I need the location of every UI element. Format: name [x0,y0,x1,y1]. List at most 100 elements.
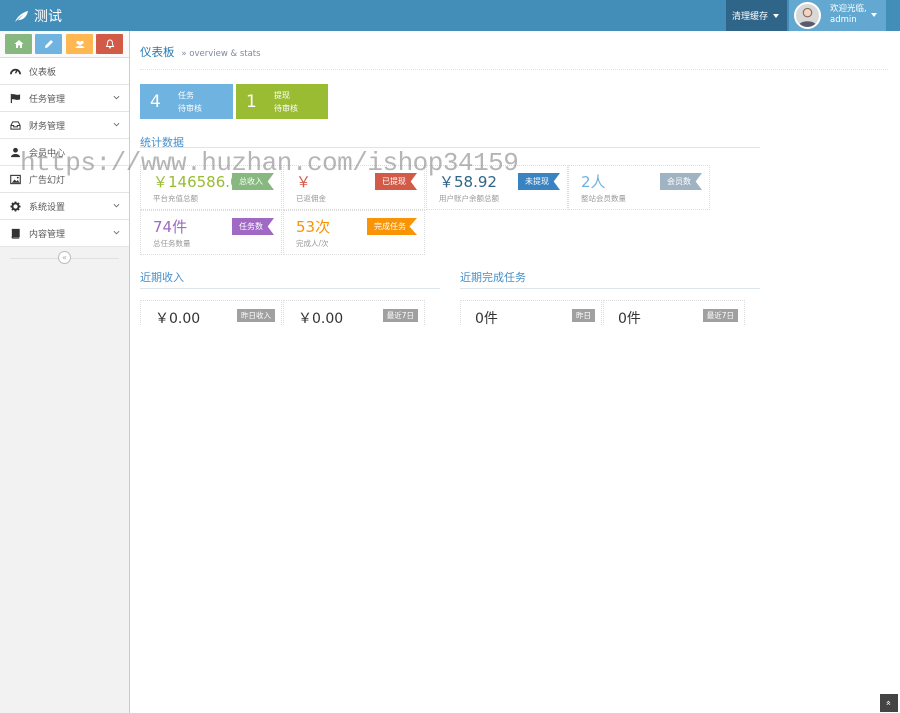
stat-value: ￥ [296,173,312,191]
stat-value: ￥58.92 [439,173,497,191]
stat-card-completed: 53次 完成人/次 完成任务 [283,210,425,255]
infobox-number: 1 [246,91,257,112]
stat-description: 已返佣金 [296,194,326,203]
infobox-label: 任务 待审核 [178,89,202,115]
stat-card-tasks: 74件 总任务数量 任务数 [140,210,282,255]
chevron-down-icon [113,230,120,235]
sidebar-item-label: 仪表板 [29,67,57,78]
infobox-label: 提现 待审核 [274,89,298,115]
stat-description: 用户账户余额总额 [439,194,499,203]
infobox-number: 4 [150,91,161,112]
sidebar-collapse: « [0,247,129,269]
home-shortcut-button[interactable] [5,34,32,54]
double-angle-left-icon: « [62,253,67,262]
infobox-subtitle: 待审核 [274,103,298,113]
inbox-icon [9,120,21,131]
sidebar-item-ads[interactable]: 广告幻灯 [0,166,129,193]
income-tag: 最近7日 [382,309,418,322]
stat-value: ￥146586.0 [153,173,240,191]
flag-icon [9,93,21,104]
leaf-icon [15,10,28,22]
pending-withdrawals-infobox[interactable]: 1 提现 待审核 [236,84,328,119]
income-yesterday: ￥0.00 昨日收入 [140,300,282,327]
users-icon [75,40,84,48]
dashboard-icon [9,66,21,77]
sidebar-item-members[interactable]: 会员中心 [0,139,129,166]
tasks-tag: 昨日 [572,309,595,322]
stat-tag: 会员数 [660,173,702,190]
sidebar-item-content[interactable]: 内容管理 [0,220,129,247]
page-subtitle: » overview & stats [181,49,261,59]
sidebar-item-label: 内容管理 [29,229,66,240]
chevron-down-icon [113,95,120,100]
stat-card-commission: ￥ 已返佣金 已提现 [283,165,425,210]
page-header: 仪表板 » overview & stats [140,44,888,70]
collapse-sidebar-button[interactable]: « [58,251,71,264]
stat-tag: 未提现 [518,173,560,190]
sidebar-item-label: 任务管理 [29,94,66,105]
cog-icon [9,200,21,212]
sidebar-shortcuts [0,31,129,58]
stat-card-total-income: ￥146586.0 平台充值总额 总收入 [140,165,282,210]
tasks-last-7-days: 0件 最近7日 [603,300,745,327]
infobox-title: 提现 [274,90,290,100]
sidebar-item-label: 系统设置 [29,202,66,213]
stat-tag: 任务数 [232,218,274,235]
stat-value: 74件 [153,218,188,236]
bell-shortcut-button[interactable] [96,34,123,54]
stat-description: 完成人/次 [296,239,329,248]
caret-down-icon [773,13,780,18]
stat-tag: 已提现 [375,173,417,190]
chevron-down-icon [113,122,120,127]
chevron-down-icon [113,203,120,208]
bell-icon [105,39,114,49]
divider [140,147,760,148]
pencil-icon [44,40,53,48]
brand-title: 测试 [34,9,62,25]
brand[interactable]: 测试 [14,6,62,26]
pending-tasks-infobox[interactable]: 4 任务 待审核 [140,84,233,119]
tasks-value: 0件 [475,311,498,327]
avatar [794,2,821,29]
stat-description: 总任务数量 [153,239,191,248]
tasks-section-title: 近期完成任务 [460,271,526,284]
sidebar-item-label: 广告幻灯 [29,175,66,186]
tasks-yesterday: 0件 昨日 [460,300,602,327]
edit-shortcut-button[interactable] [35,34,62,54]
scroll-to-top-button[interactable]: » [880,694,898,712]
stat-value: 2人 [581,173,606,191]
clear-cache-label: 清理缓存 [732,12,769,22]
clear-cache-button[interactable]: 清理缓存 [726,0,787,31]
user-menu[interactable]: 欢迎光临, admin [789,0,886,31]
sidebar-item-dashboard[interactable]: 仪表板 [0,58,129,85]
page-title: 仪表板 [140,45,175,59]
stat-value: 53次 [296,218,331,236]
stat-description: 平台充值总额 [153,194,198,203]
infobox-subtitle: 待审核 [178,103,202,113]
income-last-7-days: ￥0.00 最近7日 [283,300,425,327]
navbar: 测试 清理缓存 欢迎光临, admin [0,0,900,31]
income-value: ￥0.00 [298,311,344,327]
stat-tag: 完成任务 [367,218,417,235]
user-icon [9,147,21,158]
sidebar: 仪表板 任务管理 财务管理 会员中心 广告幻灯 系统设置 内容管理 « [0,31,130,713]
sidebar-item-label: 会员中心 [29,148,66,159]
users-shortcut-button[interactable] [66,34,93,54]
stat-description: 整站会员数量 [581,194,626,203]
picture-icon [9,174,21,185]
book-icon [9,228,21,239]
stat-tag: 总收入 [232,173,274,190]
caret-down-icon [871,13,877,17]
tasks-tag: 最近7日 [702,309,738,322]
income-section-title: 近期收入 [140,271,184,284]
stat-card-members: 2人 整站会员数量 会员数 [568,165,710,210]
home-icon [14,40,23,48]
sidebar-item-settings[interactable]: 系统设置 [0,193,129,220]
sidebar-item-finance[interactable]: 财务管理 [0,112,129,139]
welcome-text: 欢迎光临, [830,4,867,14]
user-info: 欢迎光临, admin [830,4,867,26]
divider [460,288,760,289]
sidebar-item-label: 财务管理 [29,121,66,132]
sidebar-item-tasks[interactable]: 任务管理 [0,85,129,112]
income-value: ￥0.00 [155,311,201,327]
